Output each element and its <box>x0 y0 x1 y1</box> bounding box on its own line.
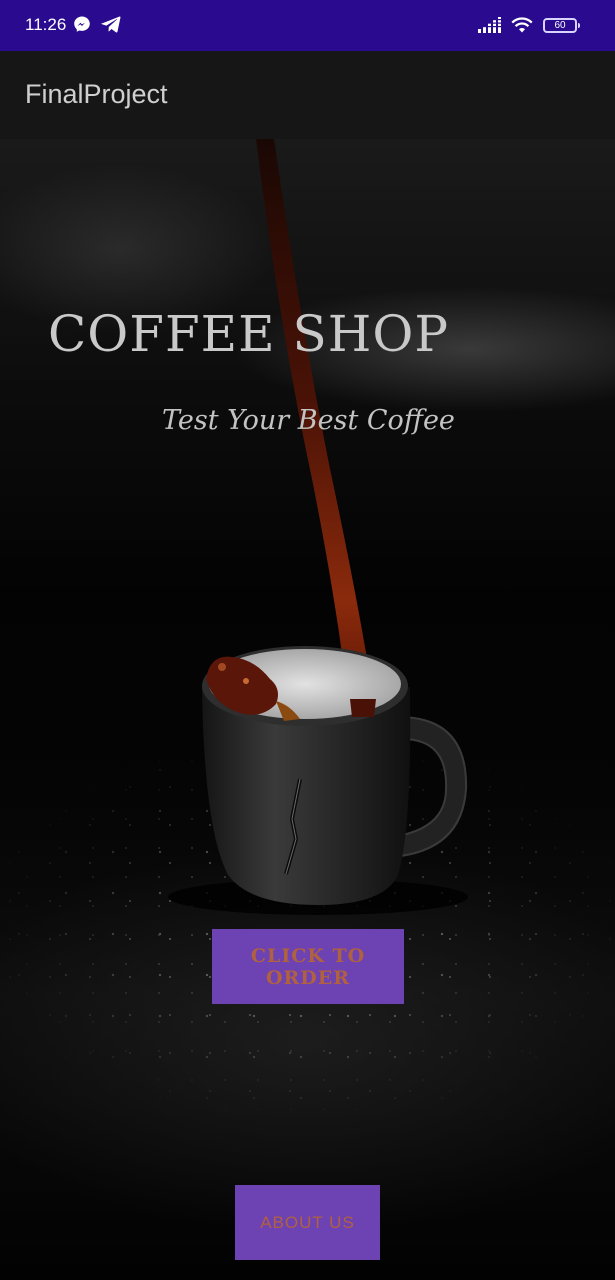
headline: COFFEE SHOP <box>48 305 450 363</box>
telegram-icon <box>101 15 121 37</box>
battery-icon: 60 <box>543 18 580 33</box>
hero-background: COFFEE SHOP Test Your Best Coffee CLICK … <box>0 139 615 1280</box>
wifi-icon <box>510 16 534 38</box>
order-button[interactable]: CLICK TO ORDER <box>212 929 404 1004</box>
tagline: Test Your Best Coffee <box>162 405 455 436</box>
signal-icon <box>478 17 502 39</box>
app-bar: FinalProject <box>0 51 615 139</box>
screen: 11:26 60 FinalProject COFFEE SHOP Test Y… <box>0 0 615 1280</box>
about-us-button[interactable]: ABOUT US <box>235 1185 380 1260</box>
app-title: FinalProject <box>25 79 168 109</box>
messenger-icon <box>73 15 91 37</box>
status-bar: 11:26 60 <box>0 0 615 51</box>
status-time: 11:26 <box>25 15 67 34</box>
